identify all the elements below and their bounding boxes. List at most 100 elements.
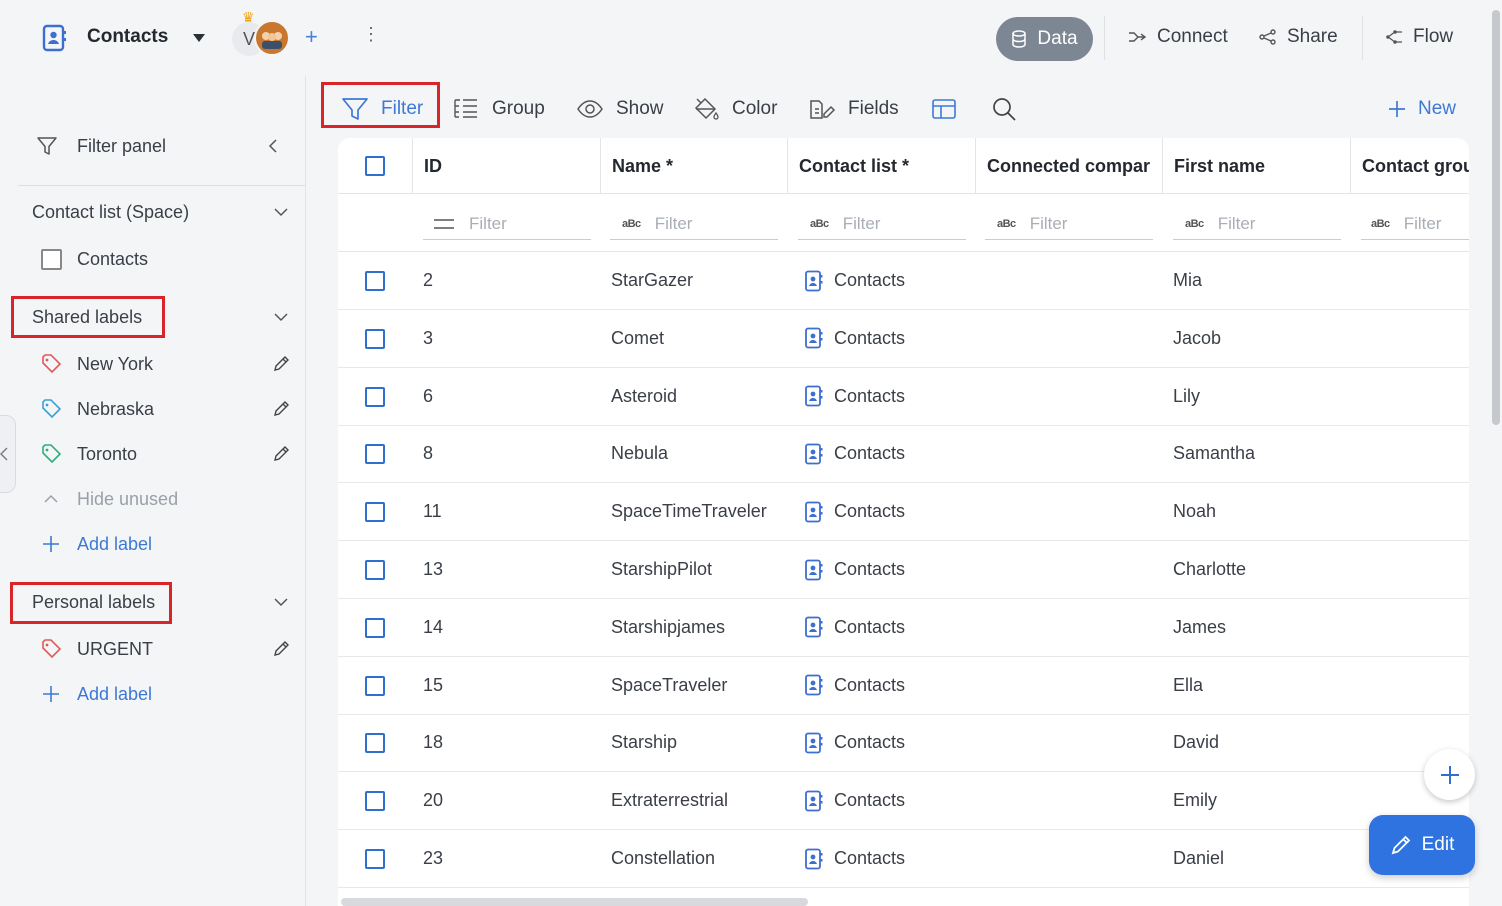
row-checkbox[interactable] <box>365 386 385 407</box>
cell-contact-list[interactable]: Contacts <box>804 368 905 425</box>
table-row[interactable]: 23 Constellation Contacts Daniel <box>338 830 1469 888</box>
chevron-down-icon[interactable] <box>274 312 288 322</box>
table-row[interactable]: 3 Comet Contacts Jacob <box>338 310 1469 368</box>
cell-first-name: Samantha <box>1173 443 1256 464</box>
chevron-left-icon[interactable] <box>268 139 278 153</box>
cell-contact-list[interactable]: Contacts <box>804 425 905 482</box>
column-header-first-name[interactable]: First name <box>1162 138 1350 194</box>
pencil-icon[interactable] <box>272 355 290 373</box>
pencil-icon[interactable] <box>272 400 290 418</box>
scrollbar-thumb[interactable] <box>1492 10 1500 425</box>
table-row[interactable]: 2 StarGazer Contacts Mia <box>338 252 1469 310</box>
row-checkbox[interactable] <box>365 502 385 523</box>
table-row[interactable]: 20 Extraterrestrial Contacts Emily <box>338 772 1469 831</box>
cell-first-name: James <box>1173 616 1227 637</box>
add-personal-label-button[interactable]: Add label <box>0 674 306 714</box>
filter-placeholder: Filter <box>1029 213 1068 233</box>
add-shared-label-button[interactable]: Add label <box>0 524 306 564</box>
cell-name: Starship <box>611 732 678 753</box>
member-avatars[interactable]: V ♛ <box>232 9 294 60</box>
filter-panel-header[interactable]: Filter panel <box>0 126 306 166</box>
column-header-connected-company[interactable]: Connected compar <box>975 138 1162 194</box>
contact-list-section-header[interactable]: Contact list (Space) <box>0 192 306 232</box>
search-button[interactable] <box>991 94 1017 124</box>
chevron-down-icon[interactable] <box>274 597 288 607</box>
chevron-down-icon[interactable] <box>274 207 288 217</box>
flow-link[interactable]: Flow <box>1385 26 1453 48</box>
cell-contact-list[interactable]: Contacts <box>804 541 905 598</box>
row-checkbox[interactable] <box>365 328 385 349</box>
row-checkbox[interactable] <box>365 444 385 465</box>
name-filter-input[interactable]: aBc Filter <box>610 208 778 240</box>
table-row[interactable]: 8 Nebula Contacts Samantha <box>338 425 1469 484</box>
data-tab[interactable]: Data <box>996 17 1093 61</box>
new-record-button[interactable]: New <box>1388 94 1456 124</box>
horizontal-scrollbar[interactable] <box>341 898 808 906</box>
cell-contact-list[interactable]: Contacts <box>804 714 905 771</box>
cell-name: StarshipPilot <box>611 559 713 579</box>
pencil-icon[interactable] <box>272 445 290 463</box>
connect-link[interactable]: Connect <box>1127 26 1228 48</box>
column-header-contact-group[interactable]: Contact grou <box>1350 138 1469 194</box>
column-header-name[interactable]: Name * <box>600 138 787 194</box>
cell-contact-list[interactable]: Contacts <box>804 252 905 309</box>
funnel-icon <box>36 135 58 157</box>
fields-button[interactable]: Fields <box>808 94 899 124</box>
hide-unused-toggle[interactable]: Hide unused <box>0 479 306 519</box>
label-item[interactable]: New York <box>0 344 306 384</box>
column-header-id[interactable]: ID <box>412 138 600 194</box>
id-filter-input[interactable]: Filter <box>423 208 591 240</box>
vertical-scrollbar[interactable] <box>1490 0 1502 430</box>
cell-contact-list[interactable]: Contacts <box>804 599 905 656</box>
cell-name: Nebula <box>611 443 669 464</box>
cell-first-name: Daniel <box>1173 848 1225 868</box>
label-item[interactable]: Nebraska <box>0 389 306 429</box>
group-button[interactable]: Group <box>452 94 545 124</box>
contact-group-filter-input[interactable]: aBc Filter <box>1361 208 1469 240</box>
contact-list-value: Contacts <box>834 501 906 522</box>
table-row[interactable]: 18 Starship Contacts David <box>338 714 1469 773</box>
cell-contact-list[interactable]: Contacts <box>804 310 905 367</box>
cell-contact-list[interactable]: Contacts <box>804 483 905 540</box>
connected-company-filter-input[interactable]: aBc Filter <box>985 208 1153 240</box>
caret-down-icon[interactable] <box>192 33 206 43</box>
row-checkbox[interactable] <box>365 791 385 812</box>
row-checkbox[interactable] <box>365 560 385 580</box>
cell-name: Starshipjames <box>611 616 726 637</box>
label-item[interactable]: Toronto <box>0 434 306 474</box>
row-checkbox[interactable] <box>365 733 385 754</box>
row-checkbox[interactable] <box>365 675 385 696</box>
table-row[interactable]: 14 Starshipjames Contacts James <box>338 599 1469 657</box>
contact-list-icon <box>804 790 824 812</box>
show-button[interactable]: Show <box>576 94 664 124</box>
cell-contact-list[interactable]: Contacts <box>804 772 905 829</box>
cell-name: Extraterrestrial <box>611 790 729 811</box>
table-row[interactable]: 6 Asteroid Contacts Lily <box>338 368 1469 426</box>
contact-list-filter-input[interactable]: aBc Filter <box>798 208 966 240</box>
cell-contact-list[interactable]: Contacts <box>804 657 905 714</box>
table-row[interactable]: 11 SpaceTimeTraveler Contacts Noah <box>338 483 1469 542</box>
color-button[interactable]: Color <box>692 94 777 124</box>
edit-button[interactable]: Edit <box>1369 815 1475 875</box>
row-checkbox[interactable] <box>365 271 385 291</box>
label-item[interactable]: URGENT <box>0 629 306 669</box>
app-title[interactable]: Contacts <box>87 26 168 48</box>
more-vertical-icon[interactable]: ⋮ <box>362 24 380 45</box>
table-row[interactable]: 13 StarshipPilot Contacts Charlotte <box>338 541 1469 599</box>
row-checkbox[interactable] <box>365 617 385 638</box>
contact-list-option[interactable]: Contacts <box>0 239 306 279</box>
first-name-filter-input[interactable]: aBc Filter <box>1173 208 1341 240</box>
contact-list-value: Contacts <box>834 327 906 348</box>
share-link[interactable]: Share <box>1259 26 1338 48</box>
checkbox[interactable] <box>41 248 62 270</box>
select-all-checkbox[interactable] <box>365 156 385 176</box>
add-member-icon[interactable]: + <box>305 24 318 50</box>
layout-button[interactable] <box>931 94 957 124</box>
cell-contact-list[interactable]: Contacts <box>804 830 905 887</box>
sidebar-collapse-handle[interactable] <box>0 415 16 493</box>
pencil-icon[interactable] <box>272 640 290 658</box>
row-checkbox[interactable] <box>365 849 385 869</box>
add-record-fab[interactable] <box>1424 749 1475 800</box>
column-header-contact-list[interactable]: Contact list * <box>787 138 975 194</box>
table-row[interactable]: 15 SpaceTraveler Contacts Ella <box>338 657 1469 715</box>
